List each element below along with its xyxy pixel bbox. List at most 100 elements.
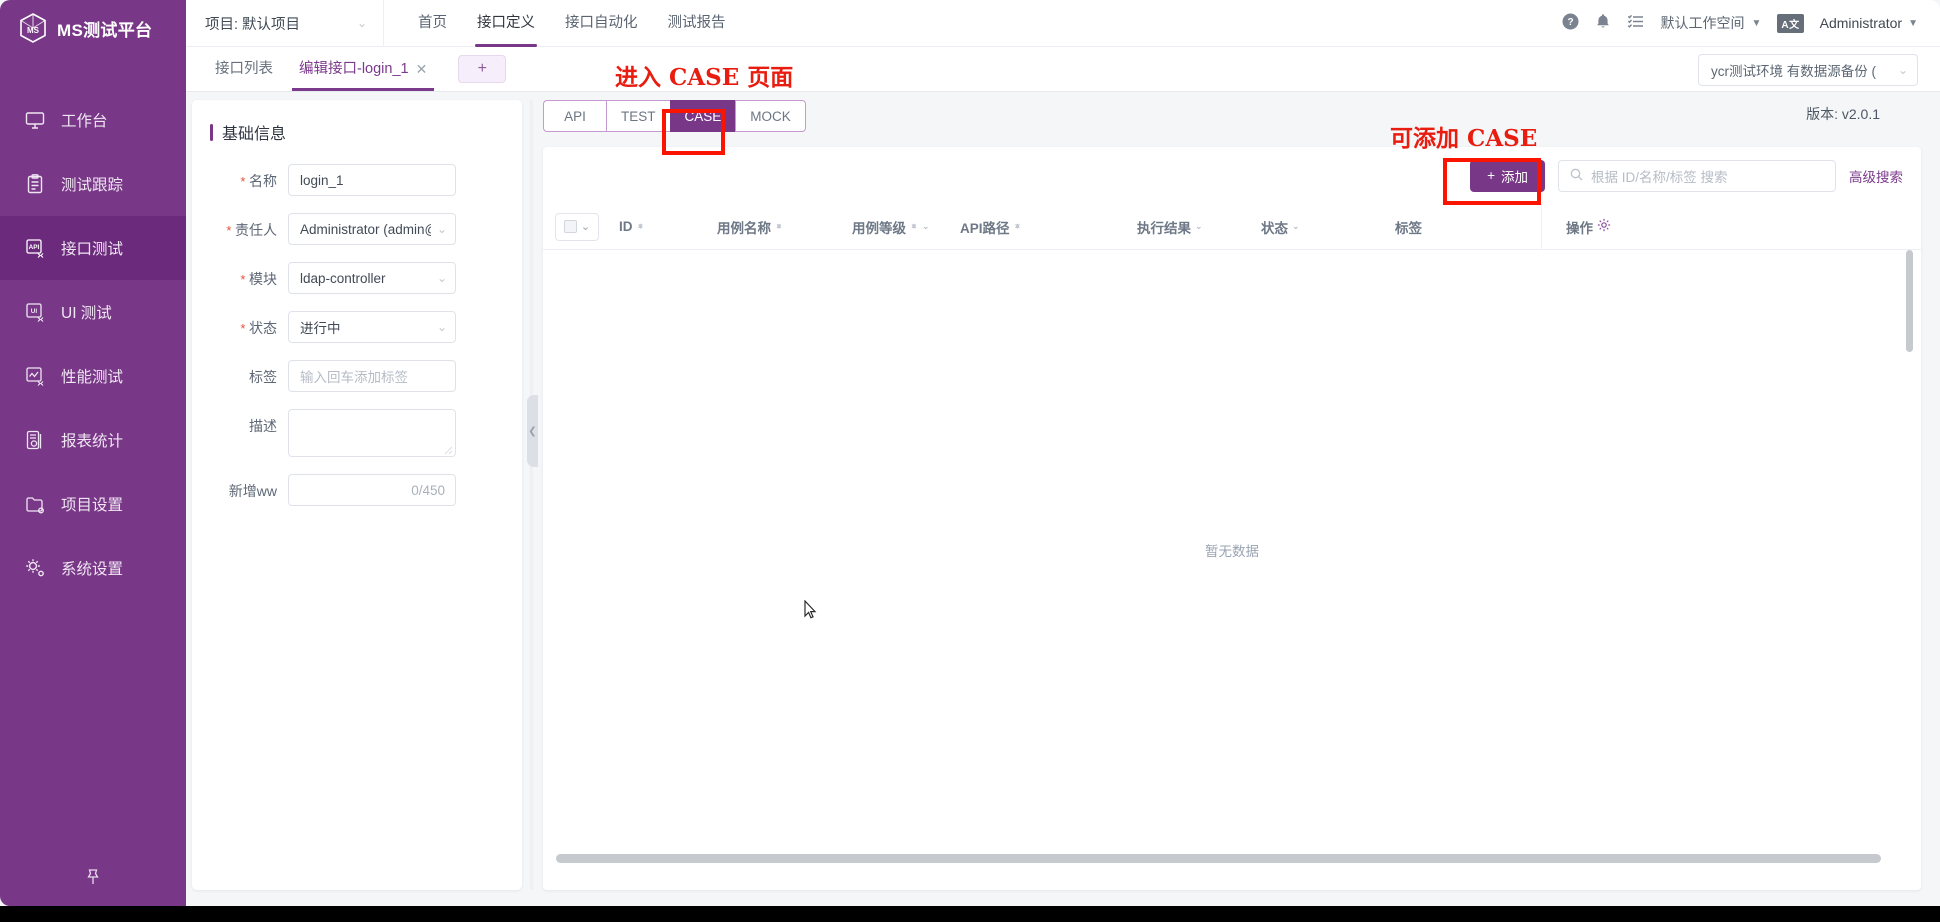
tags-input[interactable]: 输入回车添加标签 <box>288 360 456 392</box>
column-label: ID <box>619 219 633 234</box>
tab-edit-api-login1[interactable]: 编辑接口-login_1 ✕ <box>286 47 440 91</box>
select-all-dropdown[interactable]: ⌄ <box>555 212 599 241</box>
top-nav-item-test-report[interactable]: 测试报告 <box>658 0 736 47</box>
sidebar-item-workbench[interactable]: 工作台 <box>0 88 186 152</box>
mouse-cursor <box>804 599 818 625</box>
api-code-icon: API <box>22 235 48 261</box>
sort-icon[interactable]: ▲ ▼ <box>637 222 645 231</box>
tab-label: 接口列表 <box>215 61 273 77</box>
field-label: 标签 <box>249 369 277 385</box>
form-row-name: 名称 login_1 <box>192 164 522 196</box>
field-placeholder: 输入回车添加标签 <box>300 370 408 385</box>
chevron-down-icon: ⌄ <box>580 221 591 233</box>
column-label: 操作 <box>1566 220 1593 236</box>
filter-icon[interactable]: ⌄ <box>1195 221 1203 232</box>
app-window: MS MS测试平台 工作台 测试跟踪 API 接口测试 UI UI 测试 性能测… <box>0 0 1940 906</box>
form-row-description: 描述 <box>192 409 522 457</box>
sort-icon[interactable]: ▲ ▼ <box>775 222 783 231</box>
status-select[interactable]: 进行中 ⌄ <box>288 311 456 343</box>
language-toggle[interactable]: A文 <box>1777 13 1804 33</box>
sidebar-item-reports[interactable]: 报表统计 <box>0 408 186 472</box>
custom-ww-input[interactable]: 0/450 <box>288 474 456 506</box>
owner-select[interactable]: Administrator (admin@ ⌄ <box>288 213 456 245</box>
tab-label: 编辑接口-login_1 <box>299 61 409 77</box>
ui-code-icon: UI <box>22 299 48 325</box>
sidebar-item-project-settings[interactable]: 项目设置 <box>0 472 186 536</box>
report-chart-icon <box>22 427 48 453</box>
chevron-down-icon: ⌄ <box>1897 63 1908 77</box>
chevron-down-icon: ▼ <box>1908 17 1918 29</box>
sidebar-item-ui-test[interactable]: UI UI 测试 <box>0 280 186 344</box>
panel-divider <box>530 100 536 890</box>
sidebar-item-api-test[interactable]: API 接口测试 <box>0 216 186 280</box>
advanced-search-link[interactable]: 高级搜索 <box>1849 166 1903 186</box>
sidebar-item-system-settings[interactable]: 系统设置 <box>0 536 186 600</box>
top-nav-item-api-automation[interactable]: 接口自动化 <box>555 0 648 47</box>
column-header-case-name[interactable]: 用例名称 ▲ ▼ <box>717 217 852 237</box>
task-list-icon[interactable] <box>1627 14 1644 32</box>
column-settings-gear-icon[interactable] <box>1597 218 1611 235</box>
view-segmented-control: API TEST CASE MOCK <box>543 100 819 132</box>
chevron-down-icon: ⌄ <box>436 222 447 236</box>
sidebar-item-label: 测试跟踪 <box>61 177 124 194</box>
case-list-card: + 添加 根据 ID/名称/标签 搜索 高级搜索 ⌄ ID ▲ ▼ 用例名称 ▲… <box>543 147 1921 890</box>
module-select[interactable]: ldap-controller ⌄ <box>288 262 456 294</box>
case-toolbar: + 添加 根据 ID/名称/标签 搜索 高级搜索 <box>543 147 1921 204</box>
top-nav: 首页 接口定义 接口自动化 测试报告 <box>408 0 736 47</box>
description-textarea[interactable] <box>288 409 456 457</box>
tab-case[interactable]: CASE <box>669 100 736 132</box>
sort-icon[interactable]: ▲ ▼ <box>1014 222 1022 231</box>
name-input[interactable]: login_1 <box>288 164 456 196</box>
user-name-label: Administrator <box>1819 15 1903 31</box>
top-nav-item-api-definition[interactable]: 接口定义 <box>467 0 545 47</box>
clipboard-icon <box>22 171 48 197</box>
sidebar-nav: 工作台 测试跟踪 API 接口测试 UI UI 测试 性能测试 报表统计 项目设… <box>0 88 186 600</box>
bell-icon[interactable] <box>1595 13 1611 33</box>
form-row-status: 状态 进行中 ⌄ <box>192 311 522 343</box>
add-tab-button[interactable]: + <box>458 55 507 83</box>
top-bar-actions: ? 默认工作空间 ▼ A文 Administrator ▼ <box>1562 13 1940 33</box>
column-header-id[interactable]: ID ▲ ▼ <box>619 219 717 234</box>
column-header-exec-result[interactable]: 执行结果 ⌄ <box>1137 217 1261 237</box>
svg-text:UI: UI <box>31 308 38 315</box>
checkbox-icon[interactable] <box>563 220 577 233</box>
environment-label: ycr测试环境 有数据源备份 ( <box>1711 64 1876 79</box>
column-label: 用例名称 <box>717 220 771 236</box>
sidebar-pin-toggle[interactable] <box>0 867 186 892</box>
sidebar-item-test-tracking[interactable]: 测试跟踪 <box>0 152 186 216</box>
sidebar-item-label: 报表统计 <box>61 433 124 450</box>
column-header-actions: 操作 <box>1541 203 1661 250</box>
workspace-selector[interactable]: 默认工作空间 ▼ <box>1660 13 1761 33</box>
tab-api[interactable]: API <box>543 100 606 132</box>
filter-icon[interactable]: ⌄ <box>1292 221 1300 232</box>
column-header-api-path[interactable]: API路径 ▲ ▼ <box>960 217 1137 237</box>
column-label: 状态 <box>1261 220 1288 236</box>
field-label: 模块 <box>192 262 288 289</box>
tab-api-list[interactable]: 接口列表 <box>202 47 286 91</box>
vertical-scrollbar[interactable] <box>1906 250 1913 352</box>
horizontal-scrollbar[interactable] <box>556 854 1881 863</box>
field-value: 进行中 <box>300 321 341 336</box>
column-header-tags[interactable]: 标签 <box>1395 217 1541 237</box>
sidebar-item-label: 项目设置 <box>61 497 124 514</box>
environment-selector[interactable]: ycr测试环境 有数据源备份 ( ⌄ <box>1698 54 1918 86</box>
field-value: ldap-controller <box>300 270 386 286</box>
top-nav-item-home[interactable]: 首页 <box>408 0 457 47</box>
search-input[interactable]: 根据 ID/名称/标签 搜索 <box>1558 159 1836 192</box>
user-menu[interactable]: Administrator ▼ <box>1820 15 1918 31</box>
field-label: 名称 <box>192 164 288 191</box>
char-counter: 0/450 <box>411 482 445 498</box>
column-header-status[interactable]: 状态 ⌄ <box>1261 217 1395 237</box>
empty-state: 暂无数据 <box>543 250 1921 850</box>
tab-test[interactable]: TEST <box>606 100 670 132</box>
close-icon[interactable]: ✕ <box>416 47 428 91</box>
brand-name: MS测试平台 <box>57 20 153 40</box>
help-circle-icon[interactable]: ? <box>1562 13 1579 33</box>
project-selector[interactable]: 项目: 默认项目 ⌄ <box>186 0 384 47</box>
filter-icon[interactable]: ⌄ <box>922 221 930 232</box>
column-header-case-level[interactable]: 用例等级 ▲ ▼ ⌄ <box>852 217 960 237</box>
sidebar-item-performance-test[interactable]: 性能测试 <box>0 344 186 408</box>
sort-icon[interactable]: ▲ ▼ <box>910 222 918 231</box>
add-case-button[interactable]: + 添加 <box>1470 159 1545 192</box>
tab-mock[interactable]: MOCK <box>735 100 806 132</box>
